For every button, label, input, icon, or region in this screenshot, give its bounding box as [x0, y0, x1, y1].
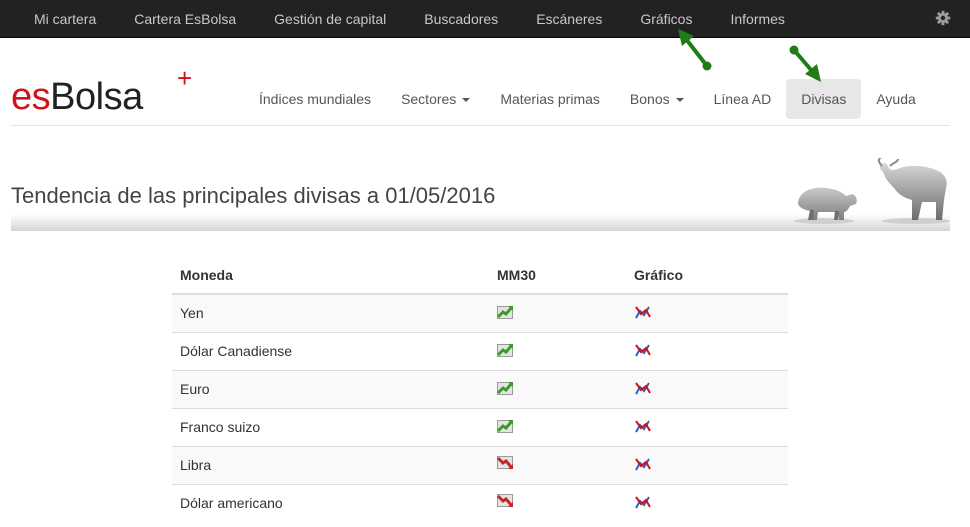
currency-name: Franco suizo	[172, 407, 489, 446]
trend-cell	[489, 483, 626, 522]
nav-sectores[interactable]: Sectores	[386, 79, 485, 119]
logo-bolsa: Bolsa	[50, 76, 143, 118]
chevron-down-icon	[462, 98, 471, 103]
nav-materias-primas[interactable]: Materias primas	[485, 79, 615, 119]
page-title: Tendencia de las principales divisas a 0…	[11, 183, 496, 208]
currency-name: Dólar americano	[172, 483, 489, 522]
chart-cell	[626, 483, 788, 522]
trend-cell	[489, 369, 626, 408]
trend-cell	[489, 407, 626, 446]
header-divider	[11, 125, 950, 126]
top-menu-buscadores[interactable]: Buscadores	[405, 0, 517, 38]
trend-cell	[489, 331, 626, 370]
trend-up-icon	[496, 382, 514, 395]
arrow-annotation-graficos	[678, 29, 712, 71]
chart-icon[interactable]	[634, 494, 652, 510]
logo-es: es	[11, 76, 51, 118]
chevron-down-icon	[675, 98, 684, 103]
bear-icon	[794, 187, 857, 224]
chart-cell	[626, 331, 788, 370]
trend-down-icon	[496, 456, 514, 469]
top-menu-cartera-esbolsa[interactable]: Cartera EsBolsa	[115, 0, 255, 38]
trend-up-icon	[496, 420, 514, 433]
currency-name: Libra	[172, 445, 489, 484]
table-row: Euro	[172, 369, 788, 408]
nav-sectores-label: Sectores	[401, 91, 457, 107]
column-header-moneda: Moneda	[172, 256, 489, 295]
nav-ayuda[interactable]: Ayuda	[861, 79, 930, 119]
arrow-annotation-divisas	[789, 45, 821, 82]
nav-linea-ad[interactable]: Línea AD	[699, 79, 787, 119]
chart-cell	[626, 407, 788, 446]
chart-icon[interactable]	[634, 456, 652, 472]
chart-icon[interactable]	[634, 342, 652, 358]
bull-icon	[878, 158, 950, 224]
chart-icon[interactable]	[634, 418, 652, 434]
table-row: Dólar americano	[172, 483, 788, 522]
top-menu-informes[interactable]: Informes	[711, 0, 803, 38]
top-menu-escaneres[interactable]: Escáneres	[517, 0, 621, 38]
currency-name: Dólar Canadiense	[172, 331, 489, 370]
currency-name: Euro	[172, 369, 489, 408]
trend-cell	[489, 445, 626, 484]
esbolsa-logo[interactable]: esBolsa +	[11, 65, 192, 118]
table-row: Franco suizo	[172, 407, 788, 446]
chart-icon[interactable]	[634, 304, 652, 320]
table-row: Dólar Canadiense	[172, 331, 788, 370]
top-navbar: Mi cartera Cartera EsBolsa Gestión de ca…	[0, 0, 970, 38]
logo-plus: +	[177, 63, 192, 93]
nav-bonos[interactable]: Bonos	[615, 79, 699, 119]
trend-down-icon	[496, 494, 514, 508]
currency-trend-table: Moneda MM30 Gráfico Yen Dólar Canadiense…	[172, 256, 788, 522]
trend-up-icon	[496, 306, 514, 320]
chart-cell	[626, 369, 788, 408]
table-header-row: Moneda MM30 Gráfico	[172, 256, 788, 295]
column-header-grafico: Gráfico	[626, 256, 788, 295]
chart-cell	[626, 293, 788, 332]
currency-name: Yen	[172, 293, 489, 332]
gear-icon[interactable]	[935, 10, 951, 26]
column-header-mm30: MM30	[489, 256, 626, 295]
chart-cell	[626, 445, 788, 484]
table-row: Libra	[172, 445, 788, 484]
table-row: Yen	[172, 293, 788, 332]
chart-icon[interactable]	[634, 380, 652, 396]
top-menu-gestion-capital[interactable]: Gestión de capital	[255, 0, 405, 38]
trend-cell	[489, 293, 626, 332]
nav-indices-mundiales[interactable]: Índices mundiales	[244, 79, 386, 119]
top-menu-mi-cartera[interactable]: Mi cartera	[15, 0, 115, 38]
nav-bonos-label: Bonos	[629, 91, 670, 107]
trend-up-icon	[496, 344, 514, 357]
